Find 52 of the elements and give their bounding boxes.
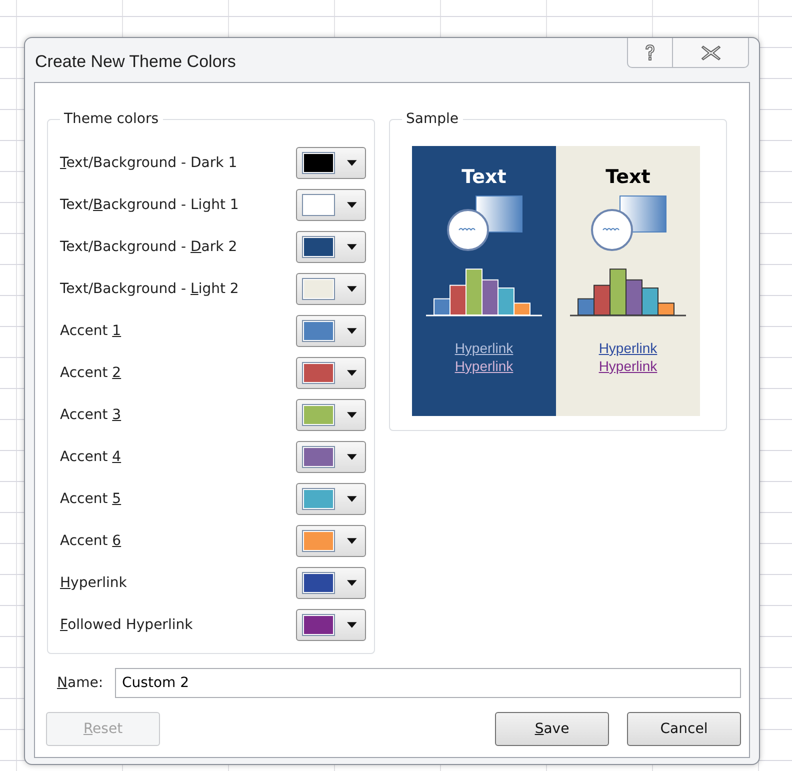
- save-button[interactable]: Save: [495, 712, 609, 746]
- hyperlink[interactable]: Hyperlink: [598, 340, 658, 356]
- color-dropdown[interactable]: [296, 441, 366, 473]
- color-dropdown[interactable]: [296, 189, 366, 221]
- color-dropdown[interactable]: [296, 609, 366, 641]
- sample-heading: Text: [606, 166, 650, 188]
- caret-icon: [347, 244, 357, 250]
- help-button[interactable]: [627, 38, 673, 68]
- color-dropdown[interactable]: [296, 567, 366, 599]
- group-title: Theme colors: [63, 111, 160, 127]
- color-label: Text/Background - Light 2: [60, 281, 239, 297]
- color-dropdown[interactable]: [296, 231, 366, 263]
- color-label: Text/Background - Dark 2: [60, 239, 238, 255]
- caret-icon: [347, 328, 357, 334]
- group-title: Sample: [405, 111, 460, 127]
- color-dropdown[interactable]: [296, 273, 366, 305]
- hyperlink[interactable]: Hyperlink: [454, 340, 514, 356]
- caret-icon: [347, 580, 357, 586]
- color-label: Accent 3: [60, 407, 122, 423]
- color-label: Accent 2: [60, 365, 122, 381]
- caret-icon: [347, 286, 357, 292]
- color-label: Accent 1: [60, 323, 122, 339]
- color-dropdown[interactable]: [296, 399, 366, 431]
- color-dropdown[interactable]: [296, 147, 366, 179]
- color-label: Accent 5: [60, 491, 122, 507]
- name-label: Name:: [57, 675, 104, 691]
- window-title: Create New Theme Colors: [35, 52, 236, 72]
- color-label: Text/Background - Light 1: [60, 197, 239, 213]
- caret-icon: [347, 454, 357, 460]
- cancel-button[interactable]: Cancel: [627, 712, 741, 746]
- name-field[interactable]: Custom 2: [115, 668, 741, 698]
- color-label: Accent 6: [60, 533, 122, 549]
- caret-icon: [347, 370, 357, 376]
- sample-heading: Text: [462, 166, 506, 188]
- color-dropdown[interactable]: [296, 357, 366, 389]
- hyperlink[interactable]: Hyperlink: [598, 358, 658, 374]
- caret-icon: [347, 622, 357, 628]
- color-label: Text/Background - Dark 1: [60, 155, 238, 171]
- caret-icon: [347, 202, 357, 208]
- caret-icon: [347, 412, 357, 418]
- color-label: Accent 4: [60, 449, 122, 465]
- caret-icon: [347, 160, 357, 166]
- color-label: Followed Hyperlink: [60, 617, 193, 633]
- caret-icon: [347, 538, 357, 544]
- close-icon: [700, 44, 720, 60]
- hyperlink[interactable]: Hyperlink: [454, 358, 514, 374]
- color-dropdown[interactable]: [296, 483, 366, 515]
- caret-icon: [347, 496, 357, 502]
- color-dropdown[interactable]: [296, 315, 366, 347]
- color-label: Hyperlink: [60, 575, 127, 591]
- color-dropdown[interactable]: [296, 525, 366, 557]
- close-button[interactable]: [673, 38, 749, 68]
